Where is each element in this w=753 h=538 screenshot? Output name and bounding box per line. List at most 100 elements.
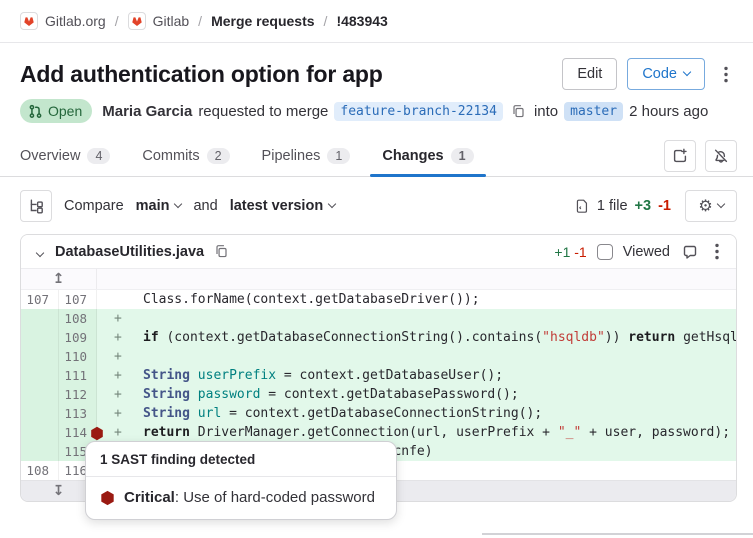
sast-popup: 1 SAST finding detected Critical: Use of… xyxy=(85,441,397,520)
file-name: DatabaseUtilities.java xyxy=(55,244,204,260)
line-number-new[interactable]: 108 xyxy=(59,309,97,328)
breadcrumb-separator: / xyxy=(324,13,328,29)
line-number-old[interactable]: 107 xyxy=(21,290,59,309)
chevron-down-icon xyxy=(328,200,336,208)
line-number-new[interactable]: 107 xyxy=(59,290,97,309)
tab-changes[interactable]: Changes1 xyxy=(370,135,485,176)
line-number-new[interactable]: 109 xyxy=(59,328,97,347)
breadcrumb-item-gitlab[interactable]: Gitlab xyxy=(128,12,190,30)
breadcrumb-separator: / xyxy=(198,13,202,29)
file-kebab-button[interactable] xyxy=(710,236,724,268)
code-line: Class.forName(context.getDatabaseDriver(… xyxy=(97,290,736,309)
expand-up-button[interactable]: ↥ xyxy=(53,271,65,287)
breadcrumb: Gitlab.org/Gitlab/Merge requests/!483943 xyxy=(0,0,753,43)
expand-panel-button[interactable] xyxy=(664,140,696,172)
added-sign: + xyxy=(114,309,122,328)
expand-up-icon: ↥ xyxy=(53,271,65,287)
target-branch-link[interactable]: master xyxy=(564,102,623,121)
status-action: requested to merge xyxy=(198,103,328,120)
tab-commits[interactable]: Commits2 xyxy=(130,135,241,176)
file-additions: +1 xyxy=(554,244,570,260)
line-number-new[interactable]: 110 xyxy=(59,347,97,366)
tab-count-badge: 1 xyxy=(327,148,350,164)
tab-count-badge: 4 xyxy=(87,148,110,164)
file-header: DatabaseUtilities.java +1 -1 Viewed xyxy=(21,235,736,269)
page-title: Add authentication option for app xyxy=(20,61,383,88)
copy-icon xyxy=(214,244,229,259)
line-number-old[interactable] xyxy=(21,442,59,461)
tab-overview[interactable]: Overview4 xyxy=(20,135,122,176)
diff-row: 110 + xyxy=(21,347,736,366)
copy-branch-button[interactable] xyxy=(509,104,528,119)
line-number-old[interactable] xyxy=(21,328,59,347)
line-number-new[interactable]: 114 xyxy=(59,423,97,442)
code-line: + xyxy=(97,309,736,328)
line-number-old[interactable] xyxy=(21,366,59,385)
project-avatar xyxy=(128,12,146,30)
ellipsis-vertical-icon xyxy=(724,66,728,83)
base-ref-dropdown[interactable]: main xyxy=(136,198,182,214)
file-count: 1 file xyxy=(597,198,628,214)
file-deletions: -1 xyxy=(574,244,586,260)
line-number-new[interactable]: 113 xyxy=(59,404,97,423)
chevron-down-icon xyxy=(716,200,724,208)
breadcrumb-item-merge-requests[interactable]: Merge requests xyxy=(211,13,314,29)
added-sign: + xyxy=(114,385,122,404)
line-number-old[interactable]: 108 xyxy=(21,461,59,480)
diff-settings-button[interactable]: ⚙ xyxy=(685,190,737,222)
code-line: +if (context.getDatabaseConnectionString… xyxy=(97,328,736,347)
severity-label: Critical xyxy=(124,489,175,506)
viewed-checkbox[interactable] xyxy=(597,244,613,260)
tab-pipelines[interactable]: Pipelines1 xyxy=(250,135,363,176)
header-kebab-button[interactable] xyxy=(715,58,737,90)
diff-row: 108 + xyxy=(21,309,736,328)
code-line: +return DriverManager.getConnection(url,… xyxy=(97,423,736,442)
viewed-label: Viewed xyxy=(623,244,670,260)
file-tree-icon xyxy=(28,198,44,214)
ellipsis-vertical-icon xyxy=(715,243,719,260)
line-number-old[interactable] xyxy=(21,423,59,442)
merge-request-page: Gitlab.org/Gitlab/Merge requests/!483943… xyxy=(0,0,753,538)
line-number-new[interactable]: 112 xyxy=(59,385,97,404)
mr-tabs-bar: Overview4Commits2Pipelines1Changes1 xyxy=(0,135,753,177)
code-line: +String url = context.getDatabaseConnect… xyxy=(97,404,736,423)
added-sign: + xyxy=(114,347,122,366)
mr-header: Add authentication option for app Edit C… xyxy=(0,58,753,123)
file-collapse-toggle[interactable] xyxy=(33,242,47,261)
file-comment-button[interactable] xyxy=(680,236,700,268)
chevron-down-icon xyxy=(683,68,691,76)
notifications-off-button[interactable] xyxy=(705,140,737,172)
line-number-old[interactable] xyxy=(21,347,59,366)
breadcrumb-item-gitlab-org[interactable]: Gitlab.org xyxy=(20,12,106,30)
chevron-down-icon xyxy=(174,200,182,208)
diff-row: 112+String password = context.getDatabas… xyxy=(21,385,736,404)
notifications-off-icon xyxy=(713,148,729,164)
line-number-old[interactable] xyxy=(21,404,59,423)
file-tree-toggle-button[interactable] xyxy=(20,190,52,222)
compare-bar: Compare main and latest version 1 file +… xyxy=(20,190,737,222)
divider xyxy=(482,533,753,535)
gitlab-tanuki-icon xyxy=(23,15,35,27)
diff-row: 107107Class.forName(context.getDatabaseD… xyxy=(21,290,736,309)
merge-request-open-icon xyxy=(28,104,43,119)
diff-row: 113+String url = context.getDatabaseConn… xyxy=(21,404,736,423)
document-icon xyxy=(575,198,590,214)
breadcrumb-item--483943[interactable]: !483943 xyxy=(336,13,387,29)
source-branch-link[interactable]: feature-branch-22134 xyxy=(334,102,503,121)
added-sign: + xyxy=(114,328,122,347)
line-number-old[interactable] xyxy=(21,309,59,328)
version-dropdown[interactable]: latest version xyxy=(230,198,336,214)
diff-row: 111+String userPrefix = context.getDatab… xyxy=(21,366,736,385)
code-button[interactable]: Code xyxy=(627,58,705,90)
line-number-new[interactable]: 111 xyxy=(59,366,97,385)
sast-description: : Use of hard-coded password xyxy=(175,489,375,506)
sast-popup-title: 1 SAST finding detected xyxy=(86,442,396,477)
expand-down-button[interactable]: ↧ xyxy=(53,483,65,499)
critical-hexagon-icon xyxy=(90,426,104,441)
sast-finding-indicator[interactable] xyxy=(90,426,104,441)
line-number-old[interactable] xyxy=(21,385,59,404)
author-name: Maria Garcia xyxy=(102,103,192,120)
copy-file-path-button[interactable] xyxy=(212,244,231,259)
edit-button[interactable]: Edit xyxy=(562,58,617,90)
code-line: + xyxy=(97,347,736,366)
